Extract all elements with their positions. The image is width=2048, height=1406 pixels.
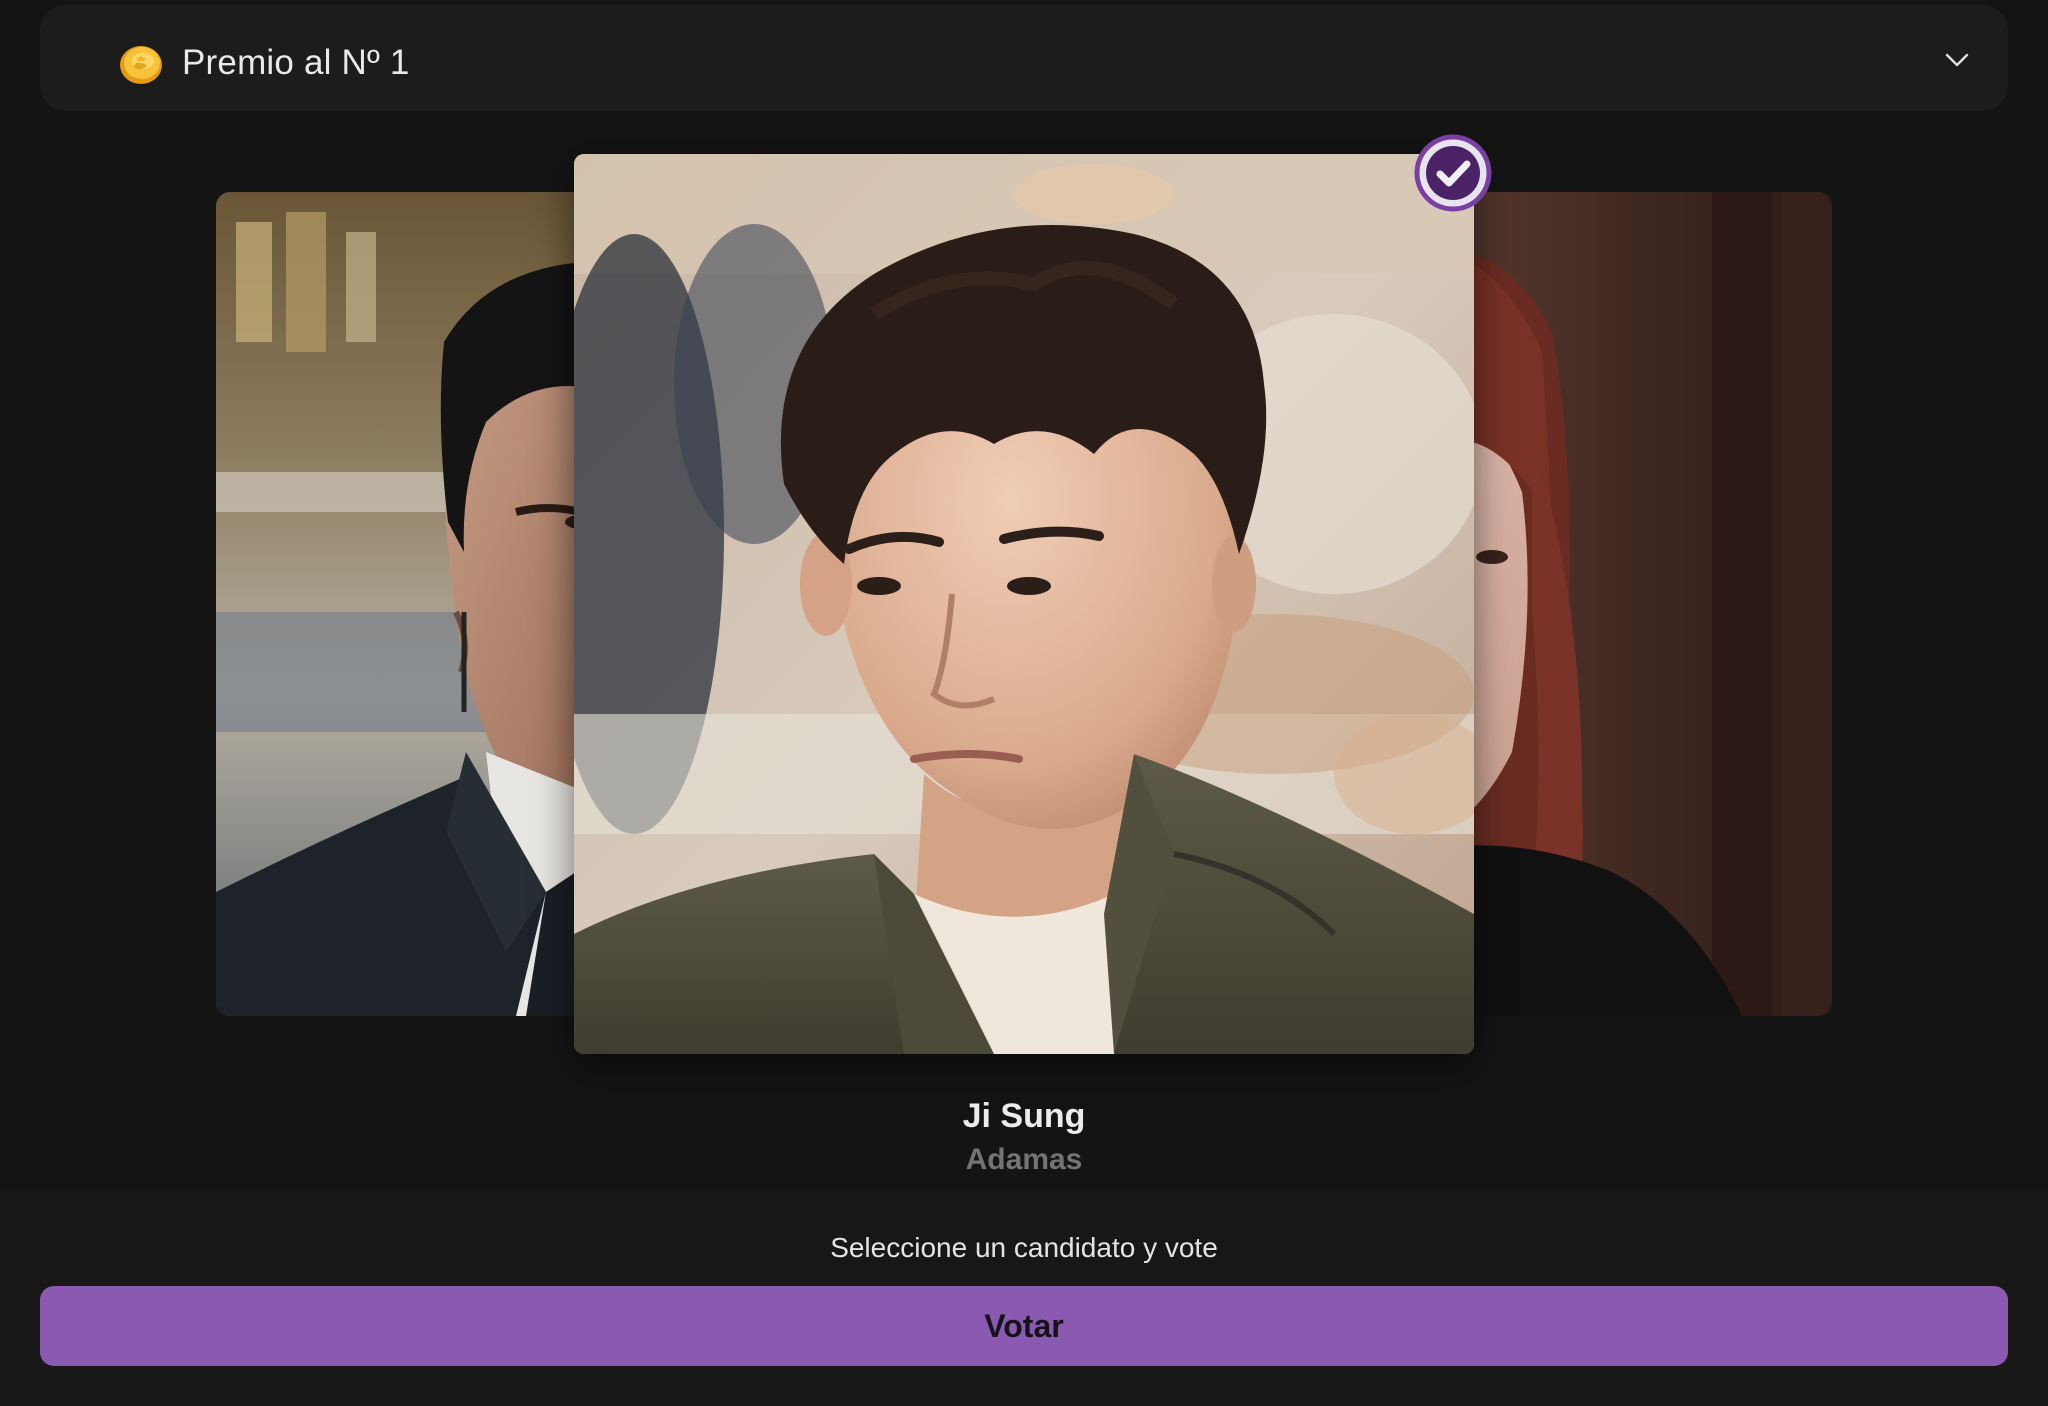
vote-instruction: Seleccione un candidato y vote bbox=[830, 1232, 1218, 1263]
candidate-carousel bbox=[0, 0, 2048, 1080]
candidate-photo-center bbox=[574, 154, 1474, 1054]
candidate-photo-left bbox=[216, 192, 636, 1016]
candidate-card-selected[interactable] bbox=[574, 154, 1474, 1054]
candidate-card-next[interactable] bbox=[1412, 192, 1832, 1016]
candidate-name: Ji Sung bbox=[962, 1097, 1086, 1135]
candidate-card-previous[interactable] bbox=[216, 192, 636, 1016]
vote-button[interactable]: Votar bbox=[40, 1286, 2008, 1366]
selected-check-icon bbox=[1414, 134, 1492, 212]
candidate-show-title: Adamas bbox=[965, 1143, 1083, 1176]
vote-page: Premio al Nº 1 Ji Sung Adamas Seleccione… bbox=[0, 0, 2048, 1406]
candidate-photo-right bbox=[1412, 192, 1832, 1016]
